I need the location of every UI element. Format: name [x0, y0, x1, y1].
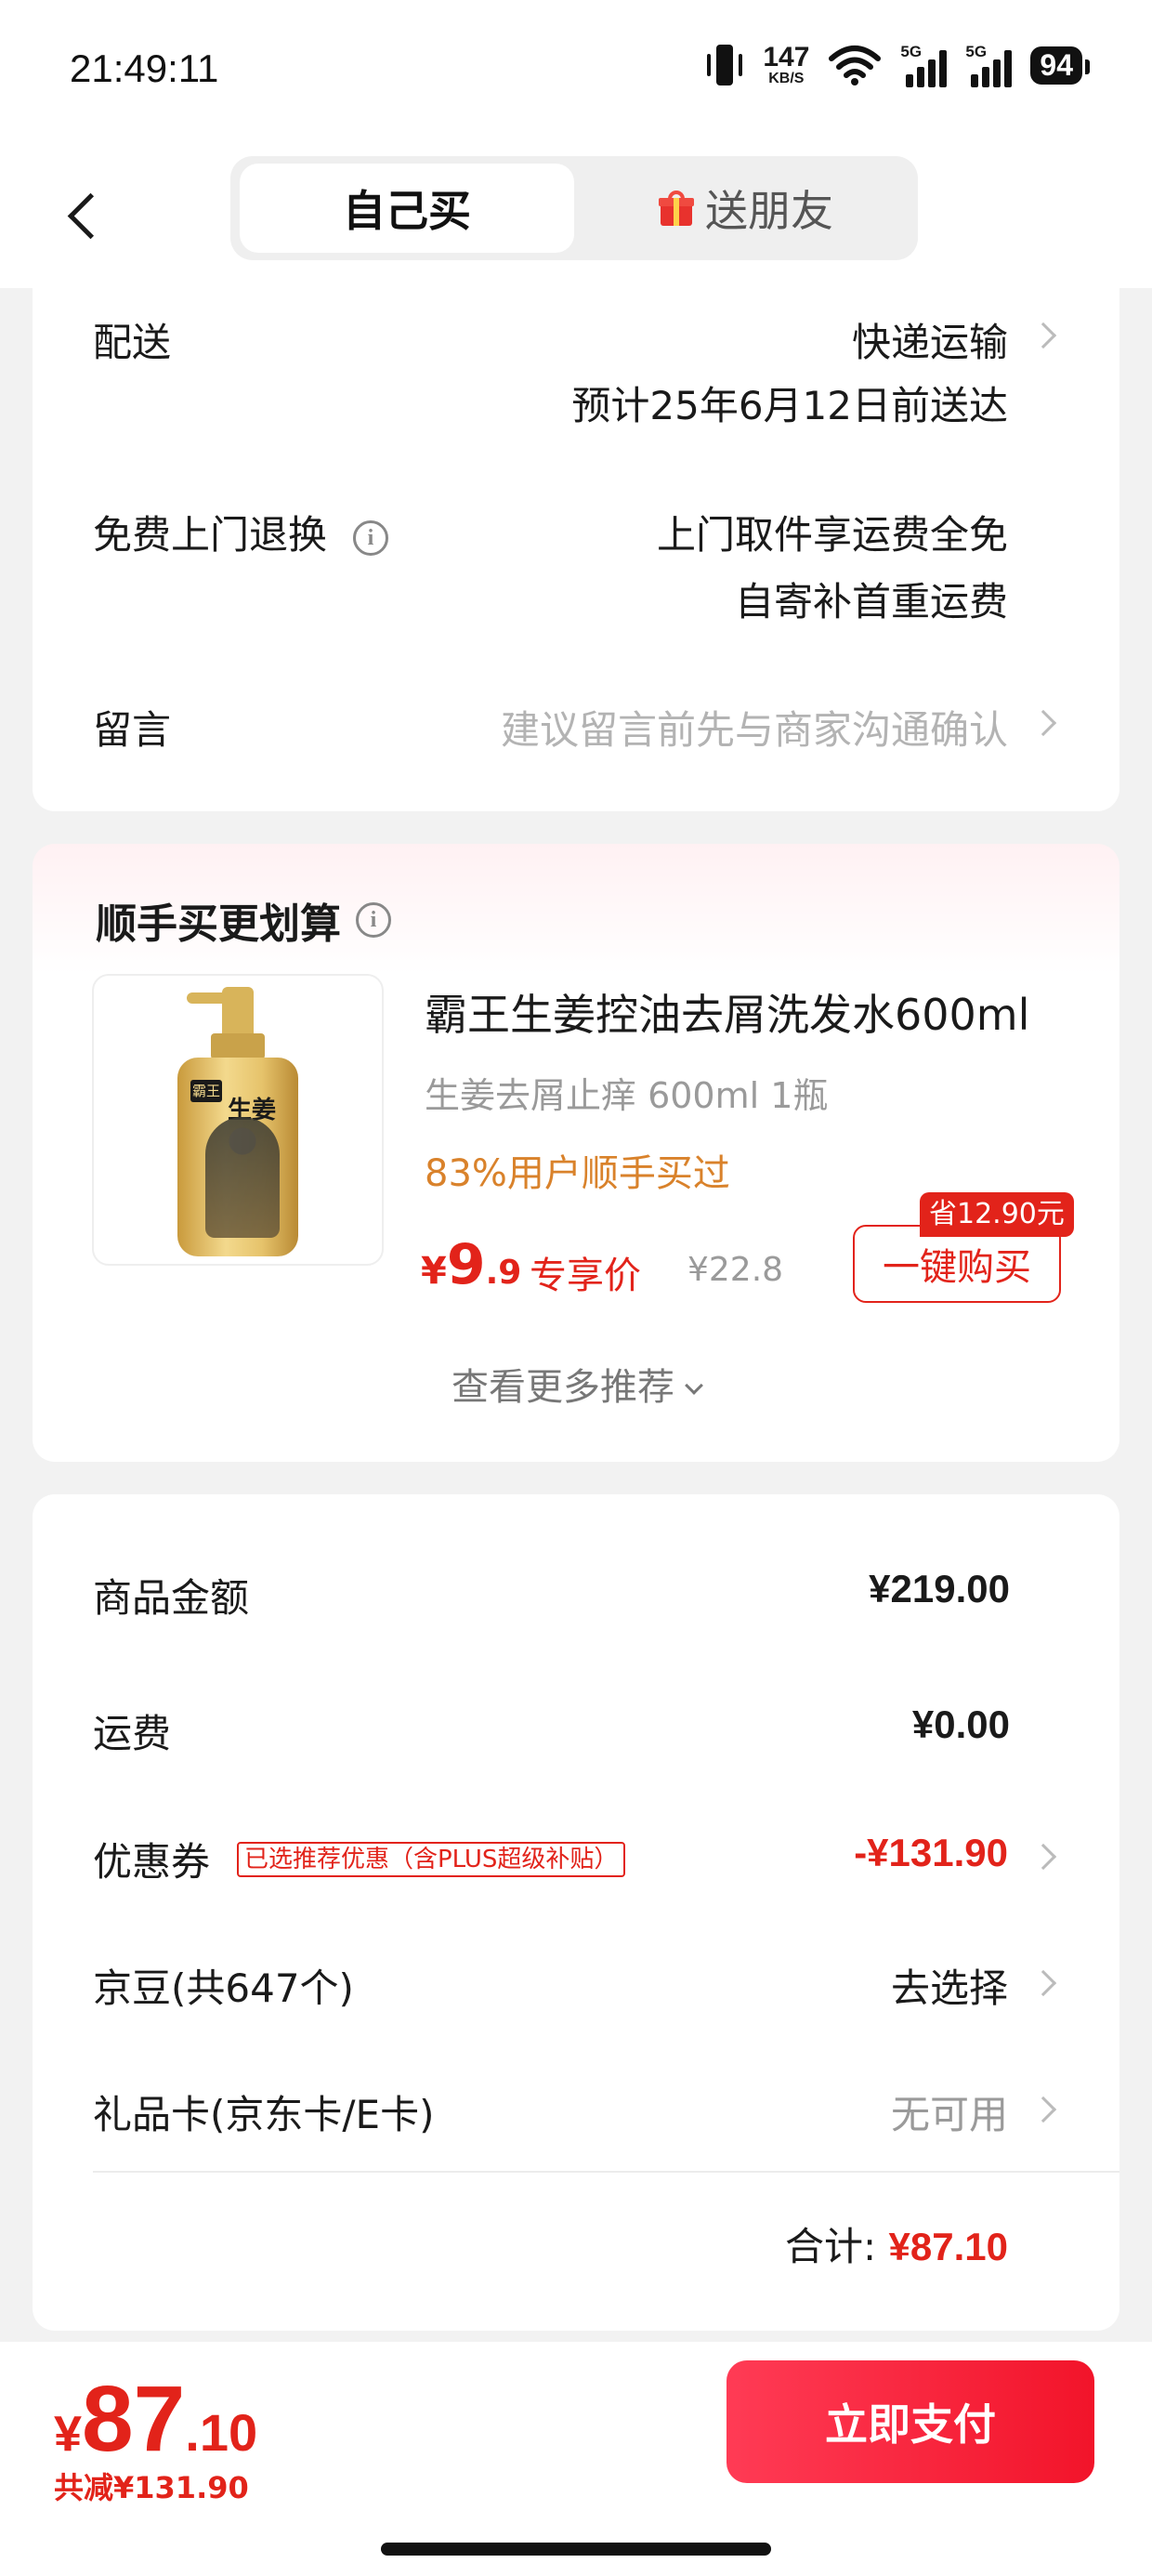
chevron-right-icon [1029, 322, 1057, 349]
tab-send-to-friend-label: 送朋友 [705, 186, 833, 236]
save-badge: 省12.90元 [920, 1192, 1074, 1237]
original-price: ¥22.8 [687, 1251, 784, 1289]
shipping-value: ¥0.00 [911, 1702, 1010, 1746]
goods-amount-row: 商品金额 ¥219.00 [93, 1567, 1119, 1632]
chevron-down-icon [685, 1376, 703, 1395]
status-bar: 21:49:11 147 KB/S 5G 5G 94 [0, 0, 1152, 139]
tab-send-to-friend[interactable]: 送朋友 [583, 164, 909, 253]
network-speed: 147 KB/S [763, 44, 809, 86]
coupon-label: 优惠券 [93, 1839, 211, 1885]
order-total-value: ¥87.10 [888, 2225, 1008, 2268]
network-type-2: 5G [965, 43, 988, 60]
chevron-right-icon [1029, 1969, 1057, 1997]
exclusive-price-label: 专享价 [530, 1255, 641, 1297]
delivery-label: 配送 [93, 320, 172, 365]
price-integer: 9 [446, 1232, 486, 1297]
delivery-eta: 预计25年6月12日前送达 [571, 383, 1008, 428]
jd-beans-label: 京豆(共647个) [93, 1965, 354, 2011]
goods-amount-value: ¥219.00 [869, 1567, 1010, 1610]
chevron-right-icon [1029, 709, 1057, 737]
free-return-line1: 上门取件享运费全免 [656, 512, 1008, 558]
network-speed-value: 147 [763, 42, 810, 72]
coupon-value: -¥131.90 [854, 1831, 1008, 1874]
product-image[interactable]: 霸王 生姜 [92, 974, 384, 1266]
see-more-recommendations[interactable]: 查看更多推荐 [33, 1357, 1119, 1411]
free-return-row: 免费上门退换 i 上门取件享运费全免 自寄补首重运费 [93, 493, 1119, 632]
signal-icon-1: 5G [900, 43, 948, 87]
price-summary-card: 商品金额 ¥219.00 运费 ¥0.00 优惠券 已选推荐优惠（含PLUS超级… [33, 1494, 1119, 2331]
network-speed-unit: KB/S [768, 71, 805, 86]
free-return-line2: 自寄补首重运费 [734, 579, 1008, 624]
goods-amount-label: 商品金额 [93, 1575, 250, 1621]
delivery-row[interactable]: 配送 快递运输 预计25年6月12日前送达 [93, 300, 1119, 428]
message-input[interactable]: 建议留言前先与商家沟通确认 [501, 699, 1008, 756]
payable-symbol: ¥ [54, 2406, 83, 2462]
message-row[interactable]: 留言 建议留言前先与商家沟通确认 [93, 688, 1119, 762]
delivery-method: 快递运输 [851, 320, 1008, 365]
shipping-label: 运费 [93, 1711, 172, 1756]
tab-buy-for-self[interactable]: 自己买 [240, 164, 574, 253]
purchase-mode-switch: 自己买 送朋友 [230, 156, 918, 260]
info-icon[interactable]: i [356, 902, 391, 938]
chevron-right-icon [1029, 2096, 1057, 2123]
chevron-right-icon [1029, 1843, 1057, 1871]
vibrate-icon [705, 41, 744, 89]
home-indicator[interactable] [381, 2543, 771, 2556]
addon-card: 顺手买更划算 i 霸王 生姜 霸王生姜控油去屑洗发水600ml 生姜去屑止痒 6… [33, 844, 1119, 1462]
shipping-row: 运费 ¥0.00 [93, 1702, 1119, 1768]
price-decimal: .9 [485, 1254, 522, 1292]
gift-card-row[interactable]: 礼品卡(京东卡/E卡) 无可用 [93, 2083, 1119, 2149]
addon-title: 顺手买更划算 i [96, 890, 391, 950]
order-total-label: 合计: [785, 2224, 877, 2269]
free-return-label-text: 免费上门退换 [93, 512, 328, 558]
network-type-1: 5G [900, 43, 923, 60]
header: 自己买 送朋友 [0, 139, 1152, 288]
back-arrow-icon[interactable] [58, 172, 113, 256]
checkout-bar: ¥ 87 .10 共减¥131.90 立即支付 [0, 2342, 1152, 2576]
product-name[interactable]: 霸王生姜控油去屑洗发水600ml [425, 981, 1029, 1043]
gift-card-label: 礼品卡(京东卡/E卡) [93, 2092, 435, 2137]
order-total: 合计: ¥87.10 [785, 2215, 1008, 2272]
divider [93, 2171, 1119, 2173]
product-price: ¥ 9 .9 [421, 1232, 521, 1297]
coupon-row[interactable]: 优惠券 已选推荐优惠（含PLUS超级补贴） -¥131.90 [93, 1831, 1119, 1896]
status-icons: 147 KB/S 5G 5G 94 [705, 41, 1090, 89]
pay-now-button[interactable]: 立即支付 [727, 2360, 1094, 2483]
message-label: 留言 [93, 707, 172, 753]
total-saved: 共减¥131.90 [54, 2470, 249, 2505]
signal-icon-2: 5G [965, 43, 1013, 87]
jd-beans-value: 去选择 [890, 1965, 1008, 2011]
product-spec: 生姜去屑止痒 600ml 1瓶 [425, 1075, 829, 1116]
shampoo-bottle-image: 霸王 生姜 [177, 987, 298, 1256]
info-icon[interactable]: i [353, 519, 389, 556]
payable-decimal: .10 [185, 2403, 258, 2462]
addon-title-text: 顺手买更划算 [96, 900, 341, 948]
status-time: 21:49:11 [70, 46, 219, 90]
delivery-card: 配送 快递运输 预计25年6月12日前送达 免费上门退换 i 上门取件享运费全免 … [33, 288, 1119, 811]
coupon-tag: 已选推荐优惠（含PLUS超级补贴） [237, 1842, 626, 1877]
payable-amount: ¥ 87 .10 [54, 2366, 257, 2473]
gift-icon [659, 191, 694, 226]
gift-card-value: 无可用 [890, 2092, 1008, 2137]
see-more-label: 查看更多推荐 [452, 1366, 674, 1409]
battery-icon: 94 [1030, 46, 1090, 85]
price-symbol: ¥ [421, 1250, 447, 1293]
jd-beans-row[interactable]: 京豆(共647个) 去选择 [93, 1957, 1119, 2022]
wifi-icon [829, 46, 882, 85]
payable-integer: 87 [82, 2367, 186, 2471]
bottle-brand: 霸王 [190, 1080, 222, 1102]
bought-ratio: 83%用户顺手买过 [425, 1152, 730, 1195]
free-return-label: 免费上门退换 i [93, 504, 389, 560]
